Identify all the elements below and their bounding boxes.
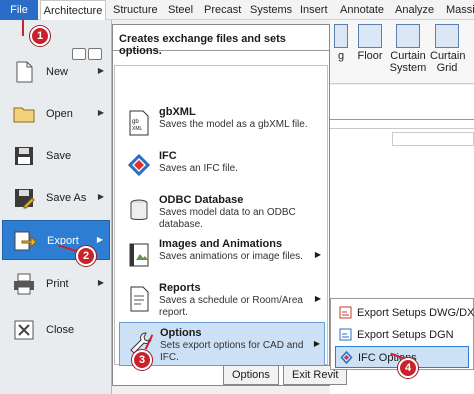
submenu-header: Creates exchange files and sets options. (113, 25, 329, 57)
submenu-arrow-icon: ▶ (313, 339, 320, 348)
export-submenu: Creates exchange files and sets options.… (112, 24, 348, 386)
new-file-icon (16, 61, 33, 83)
export-item-odbc[interactable]: ODBC Database Saves model data to an ODB… (119, 190, 325, 234)
tab-structure[interactable]: Structure (113, 0, 158, 20)
submenu-arrow-icon: ▶ (314, 294, 321, 303)
ribbon-panel: g Floor Curtain System Curtain Grid (330, 20, 474, 84)
curtain-system-icon (396, 24, 420, 48)
export-arrow-icon (14, 231, 37, 251)
export-item-description: Saves a schedule or Room/Area report. (159, 295, 303, 318)
ribbon-tab-bar: File Architecture Structure Steel Precas… (0, 0, 474, 20)
floor-icon (358, 24, 382, 48)
export-setups-dgn[interactable]: Export Setups DGN (335, 324, 469, 346)
tab-precast[interactable]: Precast (204, 0, 241, 20)
menu-item-label: New (46, 66, 69, 78)
curtain-grid-icon (435, 24, 459, 48)
wall-icon (334, 24, 348, 48)
save-disk-icon (15, 147, 33, 165)
menu-item-label: Print (46, 278, 69, 290)
dwg-icon (339, 306, 352, 319)
report-icon (130, 286, 149, 312)
export-options-list: gb XML gbXML Saves the model as a gbXML f… (114, 65, 328, 366)
submenu-arrow-icon: ▶ (314, 250, 321, 259)
menu-item-open[interactable]: Open ▶ (2, 94, 110, 134)
tab-systems[interactable]: Systems (250, 0, 292, 20)
menu-item-print[interactable]: Print ▶ (2, 264, 110, 304)
submenu-arrow-icon: ▶ (97, 108, 104, 117)
gbxml-icon: gbXML (129, 110, 149, 136)
export-item-description: Saves an IFC file. (159, 163, 238, 174)
export-item-title: Options (160, 327, 202, 339)
menu-item-close[interactable]: Close (2, 310, 110, 350)
export-item-description: Saves the model as a gbXML file. (159, 119, 308, 130)
tab-massing[interactable]: Massin (446, 0, 474, 20)
wall-button[interactable]: g (332, 24, 350, 62)
tab-analyze[interactable]: Analyze (395, 0, 434, 20)
step-marker-3: 3 (132, 350, 152, 370)
step-marker-1: 1 (30, 26, 50, 46)
curtain-system-label: Curtain System (389, 50, 427, 74)
wall-button-label: g (337, 50, 345, 62)
menu-item-new[interactable]: New ▶ (2, 52, 110, 92)
dgn-icon (339, 328, 352, 341)
svg-text:XML: XML (132, 126, 143, 132)
export-item-description: Saves animations or image files. (159, 251, 303, 262)
close-doc-icon (14, 320, 34, 340)
ifc-icon (127, 154, 151, 177)
export-item-images-animations[interactable]: Images and Animations Saves animations o… (119, 234, 325, 278)
flyout-item-label: Export Setups DGN (357, 329, 454, 341)
export-item-ifc[interactable]: IFC Saves an IFC file. (119, 146, 325, 190)
ifc-small-icon (340, 351, 353, 364)
tab-steel[interactable]: Steel (168, 0, 193, 20)
tab-architecture[interactable]: Architecture (40, 0, 106, 20)
view-selector[interactable] (392, 132, 474, 146)
curtain-grid-label: Curtain Grid (430, 50, 466, 74)
export-item-title: IFC (159, 150, 177, 162)
open-folder-icon (13, 107, 35, 123)
callout-line-1 (22, 20, 24, 36)
step-marker-2: 2 (76, 246, 96, 266)
database-icon (130, 199, 148, 220)
export-item-description: Saves model data to an ODBC database. (159, 207, 296, 230)
export-item-reports[interactable]: Reports Saves a schedule or Room/Area re… (119, 278, 325, 322)
svg-text:gb: gb (132, 119, 139, 125)
flyout-item-label: Export Setups DWG/DXF (357, 307, 474, 319)
menu-item-label: Save (46, 150, 72, 162)
application-menu: New ▶ Open ▶ Save Save As ▶ Export ▶ Pri… (0, 20, 112, 394)
curtain-system-button[interactable]: Curtain System (388, 24, 428, 74)
menu-item-label: Open (46, 108, 73, 120)
export-item-gbxml[interactable]: gb XML gbXML Saves the model as a gbXML f… (119, 102, 325, 146)
export-item-title: ODBC Database (159, 194, 244, 206)
floor-button[interactable]: Floor (354, 24, 386, 62)
save-as-icon (15, 189, 35, 209)
tab-annotate[interactable]: Annotate (340, 0, 384, 20)
view-header-strip (330, 119, 474, 129)
export-item-title: gbXML (159, 106, 196, 118)
export-item-title: Reports (159, 282, 201, 294)
submenu-arrow-icon: ▶ (97, 66, 104, 75)
menu-item-save[interactable]: Save (2, 136, 110, 176)
menu-item-save-as[interactable]: Save As ▶ (2, 178, 110, 218)
submenu-arrow-icon: ▶ (97, 278, 104, 287)
tab-file[interactable]: File (0, 0, 38, 20)
menu-item-label: Close (46, 324, 75, 336)
submenu-arrow-icon: ▶ (96, 235, 103, 244)
export-setups-dwg-dxf[interactable]: Export Setups DWG/DXF (335, 302, 474, 324)
curtain-grid-button[interactable]: Curtain Grid (430, 24, 466, 74)
tab-insert[interactable]: Insert (300, 0, 328, 20)
printer-icon (14, 273, 34, 295)
export-item-description: Sets export options for CAD and IFC. (160, 340, 304, 363)
step-marker-4: 4 (398, 358, 418, 378)
export-item-title: Images and Animations (159, 238, 283, 250)
floor-button-label: Floor (357, 50, 383, 62)
menu-item-label: Save As (46, 192, 87, 204)
submenu-arrow-icon: ▶ (97, 192, 104, 201)
film-icon (129, 243, 149, 267)
options-button[interactable]: Options (223, 365, 279, 385)
